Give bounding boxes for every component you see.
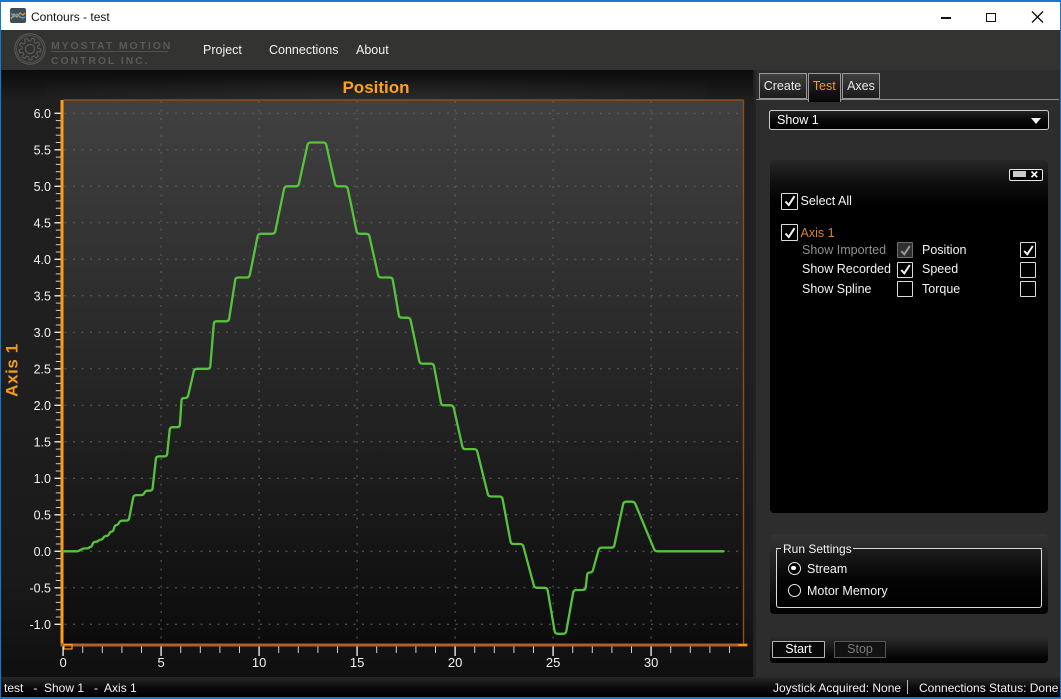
svg-text:25: 25 xyxy=(546,655,560,670)
svg-text:3.0: 3.0 xyxy=(34,326,51,340)
svg-text:1.5: 1.5 xyxy=(34,435,51,449)
svg-text:6.0: 6.0 xyxy=(34,107,51,121)
svg-text:Axis 1: Axis 1 xyxy=(3,343,22,397)
svg-text:4.0: 4.0 xyxy=(34,253,51,267)
svg-text:Position: Position xyxy=(342,78,409,97)
svg-text:5: 5 xyxy=(157,655,164,670)
svg-text:30: 30 xyxy=(644,655,658,670)
svg-text:-0.5: -0.5 xyxy=(29,581,51,595)
svg-text:5.5: 5.5 xyxy=(34,143,51,157)
svg-text:2.5: 2.5 xyxy=(34,362,51,376)
svg-text:10: 10 xyxy=(252,655,266,670)
svg-text:15: 15 xyxy=(350,655,364,670)
svg-text:-1.0: -1.0 xyxy=(29,618,51,632)
svg-text:0.0: 0.0 xyxy=(34,545,51,559)
svg-text:5.0: 5.0 xyxy=(34,180,51,194)
svg-text:1.0: 1.0 xyxy=(34,472,51,486)
svg-text:0: 0 xyxy=(59,655,66,670)
svg-text:4.5: 4.5 xyxy=(34,216,51,230)
svg-text:2.0: 2.0 xyxy=(34,399,51,413)
svg-text:0.5: 0.5 xyxy=(34,508,51,522)
svg-text:3.5: 3.5 xyxy=(34,289,51,303)
svg-text:20: 20 xyxy=(448,655,462,670)
